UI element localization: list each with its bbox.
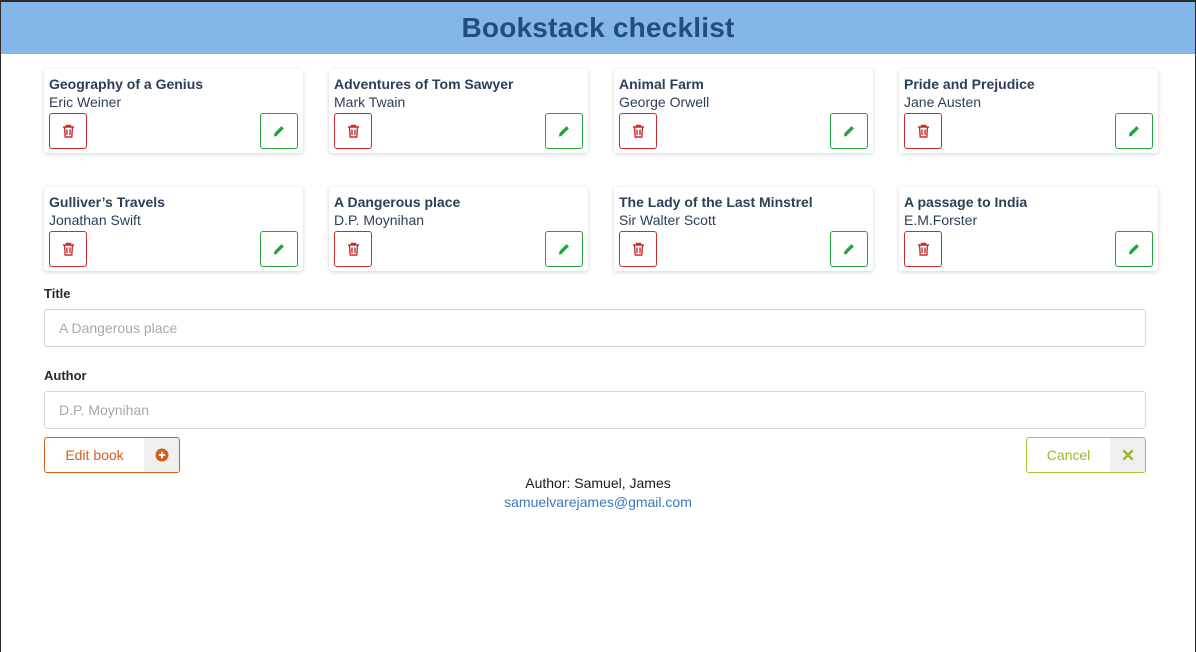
- form-actions: Edit book Cancel: [44, 437, 1146, 473]
- trash-icon: [62, 242, 74, 256]
- book-title: Adventures of Tom Sawyer: [334, 76, 514, 92]
- edit-book-button[interactable]: [260, 113, 298, 149]
- book-card: Pride and Prejudice Jane Austen: [899, 69, 1158, 153]
- trash-icon: [917, 124, 929, 138]
- pencil-icon: [558, 126, 569, 137]
- page-header: Bookstack checklist: [1, 2, 1195, 54]
- trash-icon: [347, 124, 359, 138]
- trash-icon: [917, 242, 929, 256]
- book-title: The Lady of the Last Minstrel: [619, 194, 813, 210]
- edit-book-button[interactable]: [545, 113, 583, 149]
- pencil-icon: [843, 126, 854, 137]
- edit-book-button[interactable]: [1115, 231, 1153, 267]
- book-title: A Dangerous place: [334, 194, 461, 210]
- edit-book-label: Edit book: [65, 447, 124, 463]
- pencil-icon: [1128, 244, 1139, 255]
- pencil-icon: [843, 244, 854, 255]
- pencil-icon: [558, 244, 569, 255]
- edit-book-submit-button[interactable]: Edit book: [44, 437, 180, 473]
- page-footer: Author: Samuel, James samuelvarejames@gm…: [1, 474, 1195, 512]
- delete-book-button[interactable]: [904, 231, 942, 267]
- book-card: The Lady of the Last Minstrel Sir Walter…: [614, 187, 873, 271]
- book-author: D.P. Moynihan: [334, 212, 425, 228]
- trash-icon: [62, 124, 74, 138]
- pencil-icon: [273, 244, 284, 255]
- delete-book-button[interactable]: [334, 113, 372, 149]
- pencil-icon: [273, 126, 284, 137]
- book-title: Gulliver’s Travels: [49, 194, 165, 210]
- trash-icon: [632, 124, 644, 138]
- edit-book-button[interactable]: [830, 113, 868, 149]
- delete-book-button[interactable]: [49, 113, 87, 149]
- book-card: Geography of a Genius Eric Weiner: [44, 69, 303, 153]
- book-author: Eric Weiner: [49, 94, 122, 110]
- author-field-group: Author: [44, 368, 1146, 429]
- book-title: Geography of a Genius: [49, 76, 204, 92]
- delete-book-button[interactable]: [904, 113, 942, 149]
- book-author: Jonathan Swift: [49, 212, 141, 228]
- book-author: E.M.Forster: [904, 212, 978, 228]
- title-input[interactable]: [44, 309, 1146, 347]
- book-card: Gulliver’s Travels Jonathan Swift: [44, 187, 303, 271]
- book-title: Animal Farm: [619, 76, 704, 92]
- delete-book-button[interactable]: [49, 231, 87, 267]
- book-card: A Dangerous place D.P. Moynihan: [329, 187, 588, 271]
- author-input[interactable]: [44, 391, 1146, 429]
- edit-book-button[interactable]: [260, 231, 298, 267]
- page-title: Bookstack checklist: [461, 12, 735, 43]
- cancel-label: Cancel: [1046, 447, 1091, 463]
- plus-circle-icon: [144, 438, 179, 472]
- book-card: A passage to India E.M.Forster: [899, 187, 1158, 271]
- book-card: Animal Farm George Orwell: [614, 69, 873, 153]
- pencil-icon: [1128, 126, 1139, 137]
- delete-book-button[interactable]: [619, 231, 657, 267]
- book-author: George Orwell: [619, 94, 710, 110]
- cancel-button[interactable]: Cancel: [1026, 437, 1146, 473]
- footer-email-link[interactable]: samuelvarejames@gmail.com: [504, 494, 692, 510]
- book-title: A passage to India: [904, 194, 1028, 210]
- footer-author: Author: Samuel, James: [525, 475, 671, 491]
- author-label: Author: [44, 368, 87, 383]
- edit-book-button[interactable]: [1115, 113, 1153, 149]
- book-form: Title Author: [44, 286, 1146, 450]
- delete-book-button[interactable]: [334, 231, 372, 267]
- book-card: Adventures of Tom Sawyer Mark Twain: [329, 69, 588, 153]
- app-window: Bookstack checklist Geography of a Geniu…: [0, 0, 1196, 652]
- book-author: Mark Twain: [334, 94, 406, 110]
- trash-icon: [632, 242, 644, 256]
- edit-book-button[interactable]: [545, 231, 583, 267]
- title-label: Title: [44, 286, 71, 301]
- title-field-group: Title: [44, 286, 1146, 347]
- edit-book-button[interactable]: [830, 231, 868, 267]
- close-icon: [1110, 438, 1145, 472]
- delete-book-button[interactable]: [619, 113, 657, 149]
- book-author: Sir Walter Scott: [619, 212, 716, 228]
- trash-icon: [347, 242, 359, 256]
- book-grid: Geography of a Genius Eric Weiner Advent…: [44, 69, 1160, 271]
- book-author: Jane Austen: [904, 94, 982, 110]
- book-title: Pride and Prejudice: [904, 76, 1035, 92]
